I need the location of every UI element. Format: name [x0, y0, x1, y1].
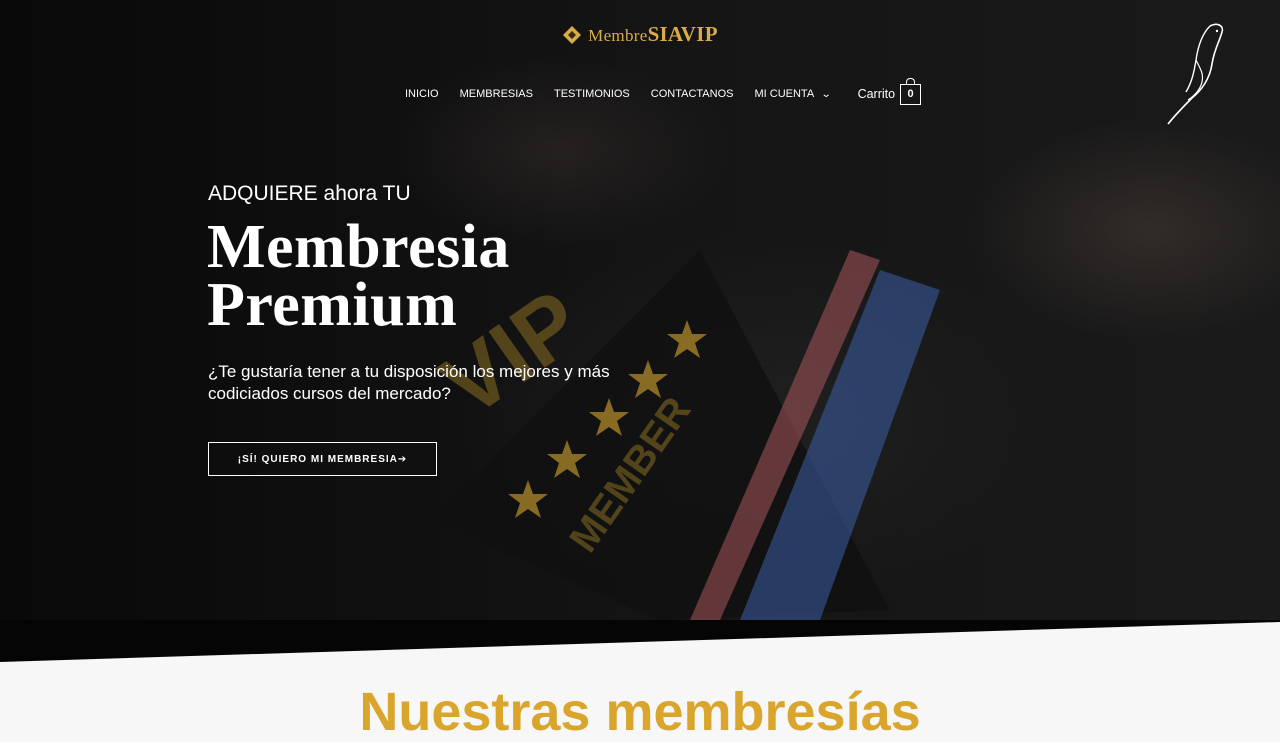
shopping-bag-icon: 0 [900, 77, 922, 105]
get-membership-button[interactable]: ¡SÍ! QUIERO MI MEMBRESIA➔ [208, 442, 437, 476]
nav-item-mi-cuenta[interactable]: MI CUENTA ⌄ [754, 88, 832, 100]
headline-line-1: Membresia [207, 213, 510, 281]
bird-logo-icon [1167, 23, 1224, 125]
diamond-logo-icon [563, 25, 582, 44]
hero-subtitle: ¿Te gustaría tener a tu disposición los … [208, 362, 610, 403]
logo-text-light: Membre [588, 26, 648, 45]
cart-label: Carrito [857, 87, 896, 101]
nav-item-label: MI CUENTA [754, 88, 815, 100]
nav-item-inicio[interactable]: INICIO [405, 88, 439, 100]
hero-kicker: ADQUIERE ahora TU [208, 182, 411, 205]
hero-headline: Membresia Premium [207, 213, 510, 339]
site-logo[interactable]: MembreSIAVIP [0, 22, 1280, 47]
logo-text-bold: SIAVIP [647, 22, 718, 46]
nav-item-contactanos[interactable]: CONTACTANOS [651, 88, 734, 100]
nav-item-label: TESTIMONIOS [553, 88, 630, 100]
chevron-down-icon: ⌄ [820, 88, 832, 100]
logo-text: MembreSIAVIP [588, 22, 718, 47]
nav-item-label: INICIO [405, 88, 439, 100]
nav-item-label: MEMBRESIAS [459, 88, 533, 100]
headline-line-2: Premium [207, 271, 458, 339]
section-title: Nuestras membresías [359, 682, 921, 742]
main-nav: INICIO MEMBRESIAS TESTIMONIOS CONTACTANO… [405, 77, 922, 108]
cart-button[interactable]: Carrito 0 [857, 77, 922, 105]
nav-item-label: CONTACTANOS [650, 88, 734, 100]
nav-item-testimonios[interactable]: TESTIMONIOS [554, 88, 630, 100]
nav-item-membresias[interactable]: MEMBRESIAS [460, 88, 533, 100]
cart-count: 0 [907, 88, 914, 100]
